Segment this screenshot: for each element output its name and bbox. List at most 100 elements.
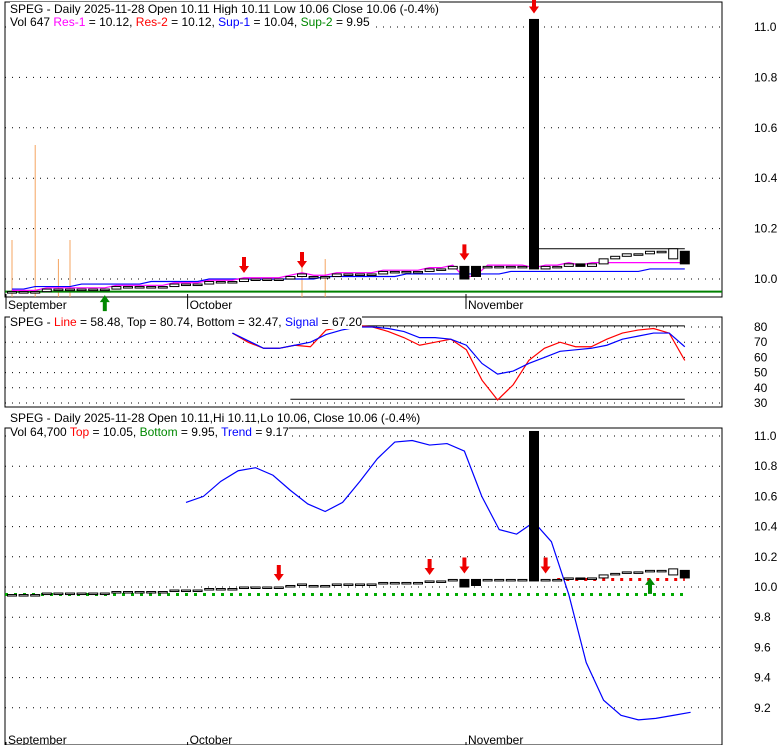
- y-tick-label: 10.8: [754, 459, 778, 473]
- candle: [76, 288, 87, 292]
- bottom-label: Bottom: [139, 425, 178, 439]
- trend-value: = 9.17: [251, 425, 290, 439]
- candle: [239, 278, 249, 283]
- candle: [389, 270, 400, 274]
- candle: [65, 592, 75, 596]
- candle: [273, 586, 284, 589]
- sell-arrow-icon: [459, 557, 470, 574]
- candle: [250, 586, 261, 589]
- candle: [587, 577, 597, 580]
- candle: [18, 594, 29, 597]
- x-tick-label: November: [468, 298, 523, 312]
- candle: [285, 275, 296, 280]
- candle: [471, 578, 481, 586]
- candle: [436, 268, 447, 271]
- res2-label: Res-2: [135, 15, 168, 29]
- sell-arrow-icon: [459, 244, 470, 261]
- candle: [517, 265, 528, 269]
- candle: [413, 581, 423, 585]
- res1-value: = 10.12,: [85, 15, 136, 29]
- y-tick-label: 10.2: [754, 550, 778, 564]
- candle: [192, 283, 203, 287]
- y-tick-label: 60: [754, 350, 768, 364]
- candle: [424, 580, 435, 583]
- panel3-header-line2: Vol 64,700 Top = 10.05, Bottom = 9.95, T…: [10, 425, 290, 439]
- candle: [378, 270, 389, 275]
- candle: [656, 569, 667, 573]
- candle: [99, 288, 110, 292]
- signal-label: Signal: [284, 315, 319, 329]
- y-tick-label: 10.0: [754, 580, 778, 594]
- candle: [482, 578, 493, 582]
- candle: [157, 286, 168, 289]
- candle: [679, 250, 690, 265]
- candle: [459, 265, 470, 280]
- candle: [563, 263, 574, 267]
- candle: [668, 248, 679, 260]
- sell-arrow-icon: [424, 558, 435, 575]
- candle: [134, 591, 145, 594]
- candle: [76, 592, 87, 596]
- candle: [215, 588, 226, 591]
- y-tick-label: 10.8: [754, 70, 778, 84]
- y-tick-label: 9.2: [754, 701, 771, 715]
- x-tick-label: September: [8, 298, 67, 312]
- buy-arrow-icon: [645, 577, 655, 594]
- sell-arrow-icon: [540, 557, 551, 574]
- candle: [633, 571, 644, 574]
- candle: [18, 291, 29, 294]
- candle: [668, 568, 679, 576]
- signal-value: = 67.20: [318, 315, 363, 329]
- candle: [610, 572, 621, 576]
- top-value: = 10.05,: [89, 425, 140, 439]
- candle: [656, 250, 667, 254]
- candle: [262, 278, 273, 281]
- candle: [30, 594, 41, 597]
- candle: [621, 571, 632, 574]
- trend-label: Trend: [221, 425, 252, 439]
- candle: [320, 584, 331, 588]
- candle: [308, 275, 319, 279]
- candle: [181, 589, 191, 593]
- y-tick-label: 30: [754, 396, 768, 410]
- panel1-header-line1: SPEG - Daily 2025-11-28 Open 10.11 High …: [10, 2, 439, 16]
- candle: [134, 286, 145, 289]
- panel1-header-line2: Vol 647 Res-1 = 10.12, Res-2 = 10.12, Su…: [10, 15, 370, 29]
- candle: [297, 273, 307, 277]
- y-tick-label: 10.6: [754, 489, 778, 503]
- panel-frame-1: [4, 1, 723, 298]
- x-tick-label: October: [190, 733, 233, 745]
- candle: [30, 291, 41, 294]
- candle: [53, 288, 64, 292]
- candle: [250, 278, 261, 281]
- candle: [146, 591, 157, 594]
- sell-arrow-icon: [239, 257, 249, 273]
- candle: [169, 589, 180, 593]
- candle: [575, 263, 586, 267]
- candle: [436, 580, 447, 583]
- candle: [331, 273, 342, 277]
- res1-label: Res-1: [53, 15, 86, 29]
- candle: [621, 253, 632, 257]
- y-tick-label: 80: [754, 320, 768, 334]
- candle: [65, 288, 75, 292]
- y-tick-label: 70: [754, 335, 768, 349]
- candle: [355, 583, 365, 586]
- series-signal: [232, 326, 686, 375]
- sup1-value: = 10.04,: [250, 15, 301, 29]
- candle: [540, 265, 551, 270]
- candle: [378, 581, 389, 585]
- y-tick-label: 9.8: [754, 610, 771, 624]
- sup2-value: = 9.95: [332, 15, 370, 29]
- candle: [273, 278, 284, 281]
- candle: [517, 578, 528, 582]
- candle: [331, 583, 342, 586]
- y-tick-label: 11.0: [754, 429, 777, 443]
- candle: [482, 265, 493, 269]
- candle: [401, 270, 412, 274]
- panel3-header-line1: SPEG - Daily 2025-11-28 Open 10.11,Hi 10…: [10, 411, 421, 425]
- y-tick-label: 10.0: [754, 272, 778, 286]
- candle: [41, 288, 52, 293]
- candle: [204, 588, 215, 591]
- candle: [494, 265, 505, 269]
